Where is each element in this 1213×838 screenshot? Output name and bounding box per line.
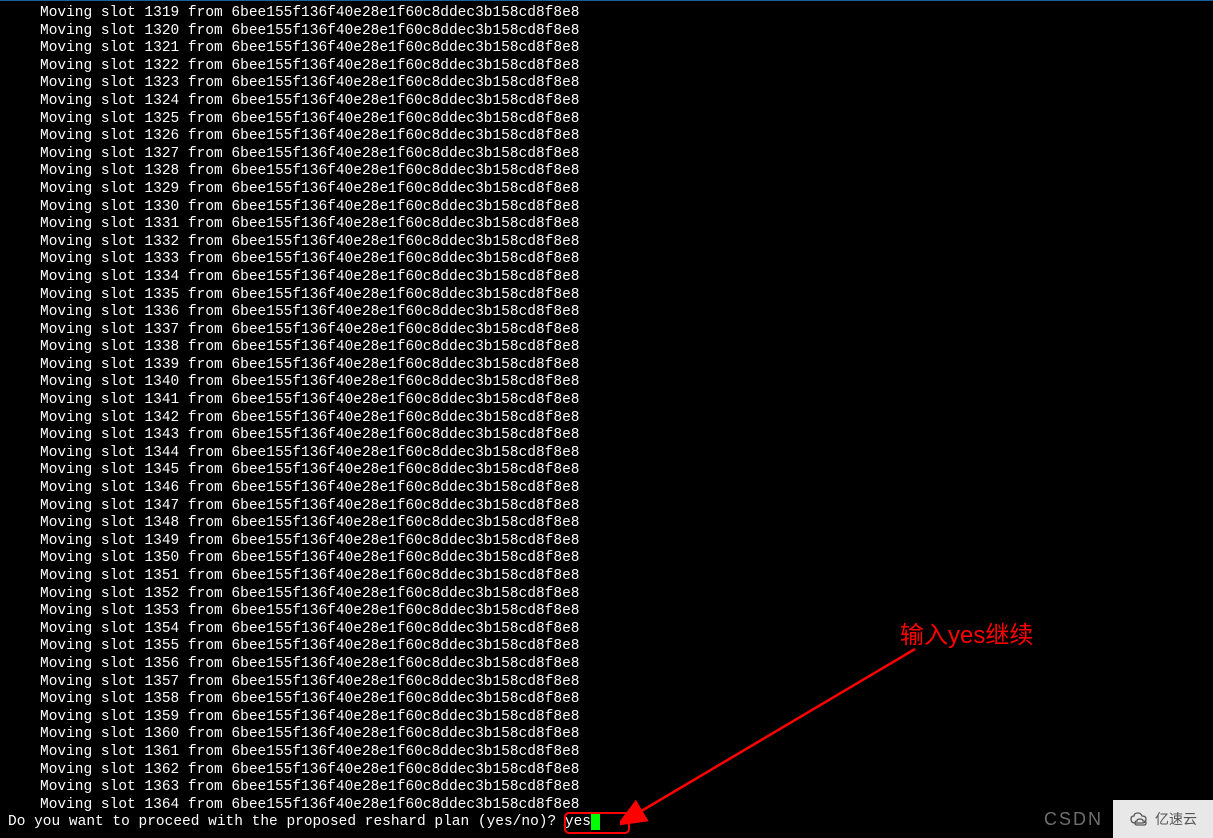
terminal-line: Moving slot 1327 from 6bee155f136f40e28e… <box>0 146 1213 164</box>
terminal-line: Moving slot 1334 from 6bee155f136f40e28e… <box>0 269 1213 287</box>
terminal-line: Moving slot 1341 from 6bee155f136f40e28e… <box>0 392 1213 410</box>
terminal-line: Moving slot 1323 from 6bee155f136f40e28e… <box>0 75 1213 93</box>
terminal-input[interactable]: yes <box>565 814 591 830</box>
terminal-prompt-line[interactable]: Do you want to proceed with the proposed… <box>0 814 600 832</box>
terminal-line: Moving slot 1331 from 6bee155f136f40e28e… <box>0 216 1213 234</box>
terminal-line: Moving slot 1348 from 6bee155f136f40e28e… <box>0 515 1213 533</box>
terminal-line: Moving slot 1322 from 6bee155f136f40e28e… <box>0 58 1213 76</box>
terminal-line: Moving slot 1333 from 6bee155f136f40e28e… <box>0 251 1213 269</box>
terminal-line: Moving slot 1342 from 6bee155f136f40e28e… <box>0 410 1213 428</box>
terminal-line: Moving slot 1345 from 6bee155f136f40e28e… <box>0 462 1213 480</box>
terminal-output: Moving slot 1319 from 6bee155f136f40e28e… <box>0 1 1213 832</box>
terminal-line: Moving slot 1329 from 6bee155f136f40e28e… <box>0 181 1213 199</box>
terminal-line: Moving slot 1320 from 6bee155f136f40e28e… <box>0 23 1213 41</box>
terminal-line: Moving slot 1362 from 6bee155f136f40e28e… <box>0 762 1213 780</box>
terminal-line: Moving slot 1335 from 6bee155f136f40e28e… <box>0 287 1213 305</box>
terminal-line: Moving slot 1364 from 6bee155f136f40e28e… <box>0 797 1213 815</box>
terminal-line: Moving slot 1338 from 6bee155f136f40e28e… <box>0 339 1213 357</box>
terminal-line: Moving slot 1328 from 6bee155f136f40e28e… <box>0 163 1213 181</box>
terminal-line: Moving slot 1321 from 6bee155f136f40e28e… <box>0 40 1213 58</box>
terminal-line: Moving slot 1363 from 6bee155f136f40e28e… <box>0 779 1213 797</box>
terminal-cursor <box>591 814 600 830</box>
terminal-line: Moving slot 1330 from 6bee155f136f40e28e… <box>0 199 1213 217</box>
terminal-line: Moving slot 1343 from 6bee155f136f40e28e… <box>0 427 1213 445</box>
terminal-line: Moving slot 1350 from 6bee155f136f40e28e… <box>0 550 1213 568</box>
terminal-line: Moving slot 1360 from 6bee155f136f40e28e… <box>0 726 1213 744</box>
terminal-line: Moving slot 1347 from 6bee155f136f40e28e… <box>0 498 1213 516</box>
terminal-line: Moving slot 1357 from 6bee155f136f40e28e… <box>0 674 1213 692</box>
terminal-line: Moving slot 1332 from 6bee155f136f40e28e… <box>0 234 1213 252</box>
terminal-line: Moving slot 1319 from 6bee155f136f40e28e… <box>0 5 1213 23</box>
terminal-line: Moving slot 1325 from 6bee155f136f40e28e… <box>0 111 1213 129</box>
terminal-line: Moving slot 1337 from 6bee155f136f40e28e… <box>0 322 1213 340</box>
terminal-line: Moving slot 1356 from 6bee155f136f40e28e… <box>0 656 1213 674</box>
terminal-line: Moving slot 1359 from 6bee155f136f40e28e… <box>0 709 1213 727</box>
terminal-line: Moving slot 1344 from 6bee155f136f40e28e… <box>0 445 1213 463</box>
terminal-line: Moving slot 1353 from 6bee155f136f40e28e… <box>0 603 1213 621</box>
terminal-line: Moving slot 1354 from 6bee155f136f40e28e… <box>0 621 1213 639</box>
terminal-line: Moving slot 1358 from 6bee155f136f40e28e… <box>0 691 1213 709</box>
terminal-line: Moving slot 1339 from 6bee155f136f40e28e… <box>0 357 1213 375</box>
terminal-line: Moving slot 1336 from 6bee155f136f40e28e… <box>0 304 1213 322</box>
terminal-line: Moving slot 1340 from 6bee155f136f40e28e… <box>0 374 1213 392</box>
terminal-line: Moving slot 1349 from 6bee155f136f40e28e… <box>0 533 1213 551</box>
terminal-line: Moving slot 1361 from 6bee155f136f40e28e… <box>0 744 1213 762</box>
prompt-text: Do you want to proceed with the proposed… <box>8 814 565 830</box>
terminal-line: Moving slot 1324 from 6bee155f136f40e28e… <box>0 93 1213 111</box>
terminal-line: Moving slot 1352 from 6bee155f136f40e28e… <box>0 586 1213 604</box>
terminal-line: Moving slot 1351 from 6bee155f136f40e28e… <box>0 568 1213 586</box>
terminal-line: Moving slot 1355 from 6bee155f136f40e28e… <box>0 638 1213 656</box>
terminal-line: Moving slot 1346 from 6bee155f136f40e28e… <box>0 480 1213 498</box>
terminal-line: Moving slot 1326 from 6bee155f136f40e28e… <box>0 128 1213 146</box>
